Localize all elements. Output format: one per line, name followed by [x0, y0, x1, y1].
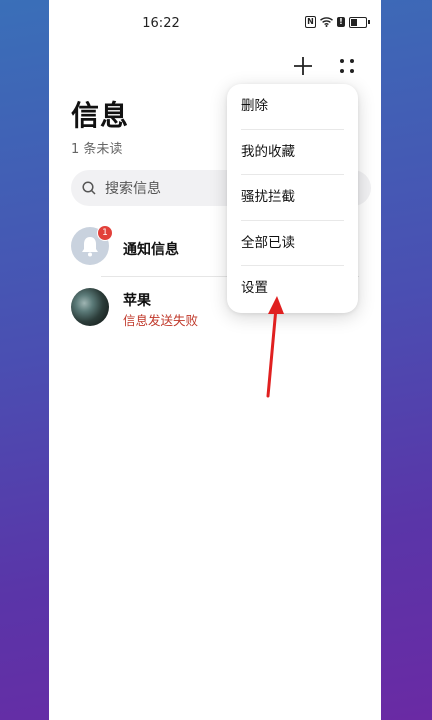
menu-item-spam-block[interactable]: 骚扰拦截	[241, 174, 344, 220]
nfc-icon: N	[305, 16, 316, 28]
unread-badge: 1	[97, 225, 113, 241]
conversation-name: 苹果	[123, 293, 151, 309]
menu-item-settings[interactable]: 设置	[241, 265, 344, 311]
page-title: 信息	[71, 99, 130, 132]
annotation-arrow-icon	[266, 296, 284, 398]
add-icon[interactable]	[291, 54, 315, 78]
unread-count: 1 条未读	[71, 142, 123, 157]
bell-icon	[82, 237, 98, 257]
menu-item-favorites[interactable]: 我的收藏	[241, 128, 344, 175]
phone-screen: 16:22 N ! 信息 1 条未读 搜索信息 1 通知信息 苹果 信息发送失败…	[49, 0, 381, 720]
send-failed-status: 信息发送失败	[123, 313, 199, 328]
status-time: 16:22	[142, 16, 180, 31]
status-icons: N !	[305, 16, 370, 28]
menu-item-delete[interactable]: 删除	[241, 84, 344, 129]
avatar: 1	[71, 225, 113, 265]
conversation-name: 通知信息	[123, 242, 179, 258]
search-icon	[82, 181, 96, 195]
wifi-icon	[320, 17, 333, 27]
status-bar: 16:22 N !	[49, 0, 381, 48]
avatar	[71, 288, 109, 326]
menu-item-mark-all-read[interactable]: 全部已读	[241, 219, 344, 266]
alert-icon: !	[337, 17, 345, 27]
battery-icon	[349, 16, 370, 28]
overflow-menu: 删除 我的收藏 骚扰拦截 全部已读 设置	[227, 84, 358, 313]
more-options-icon[interactable]	[335, 54, 359, 78]
